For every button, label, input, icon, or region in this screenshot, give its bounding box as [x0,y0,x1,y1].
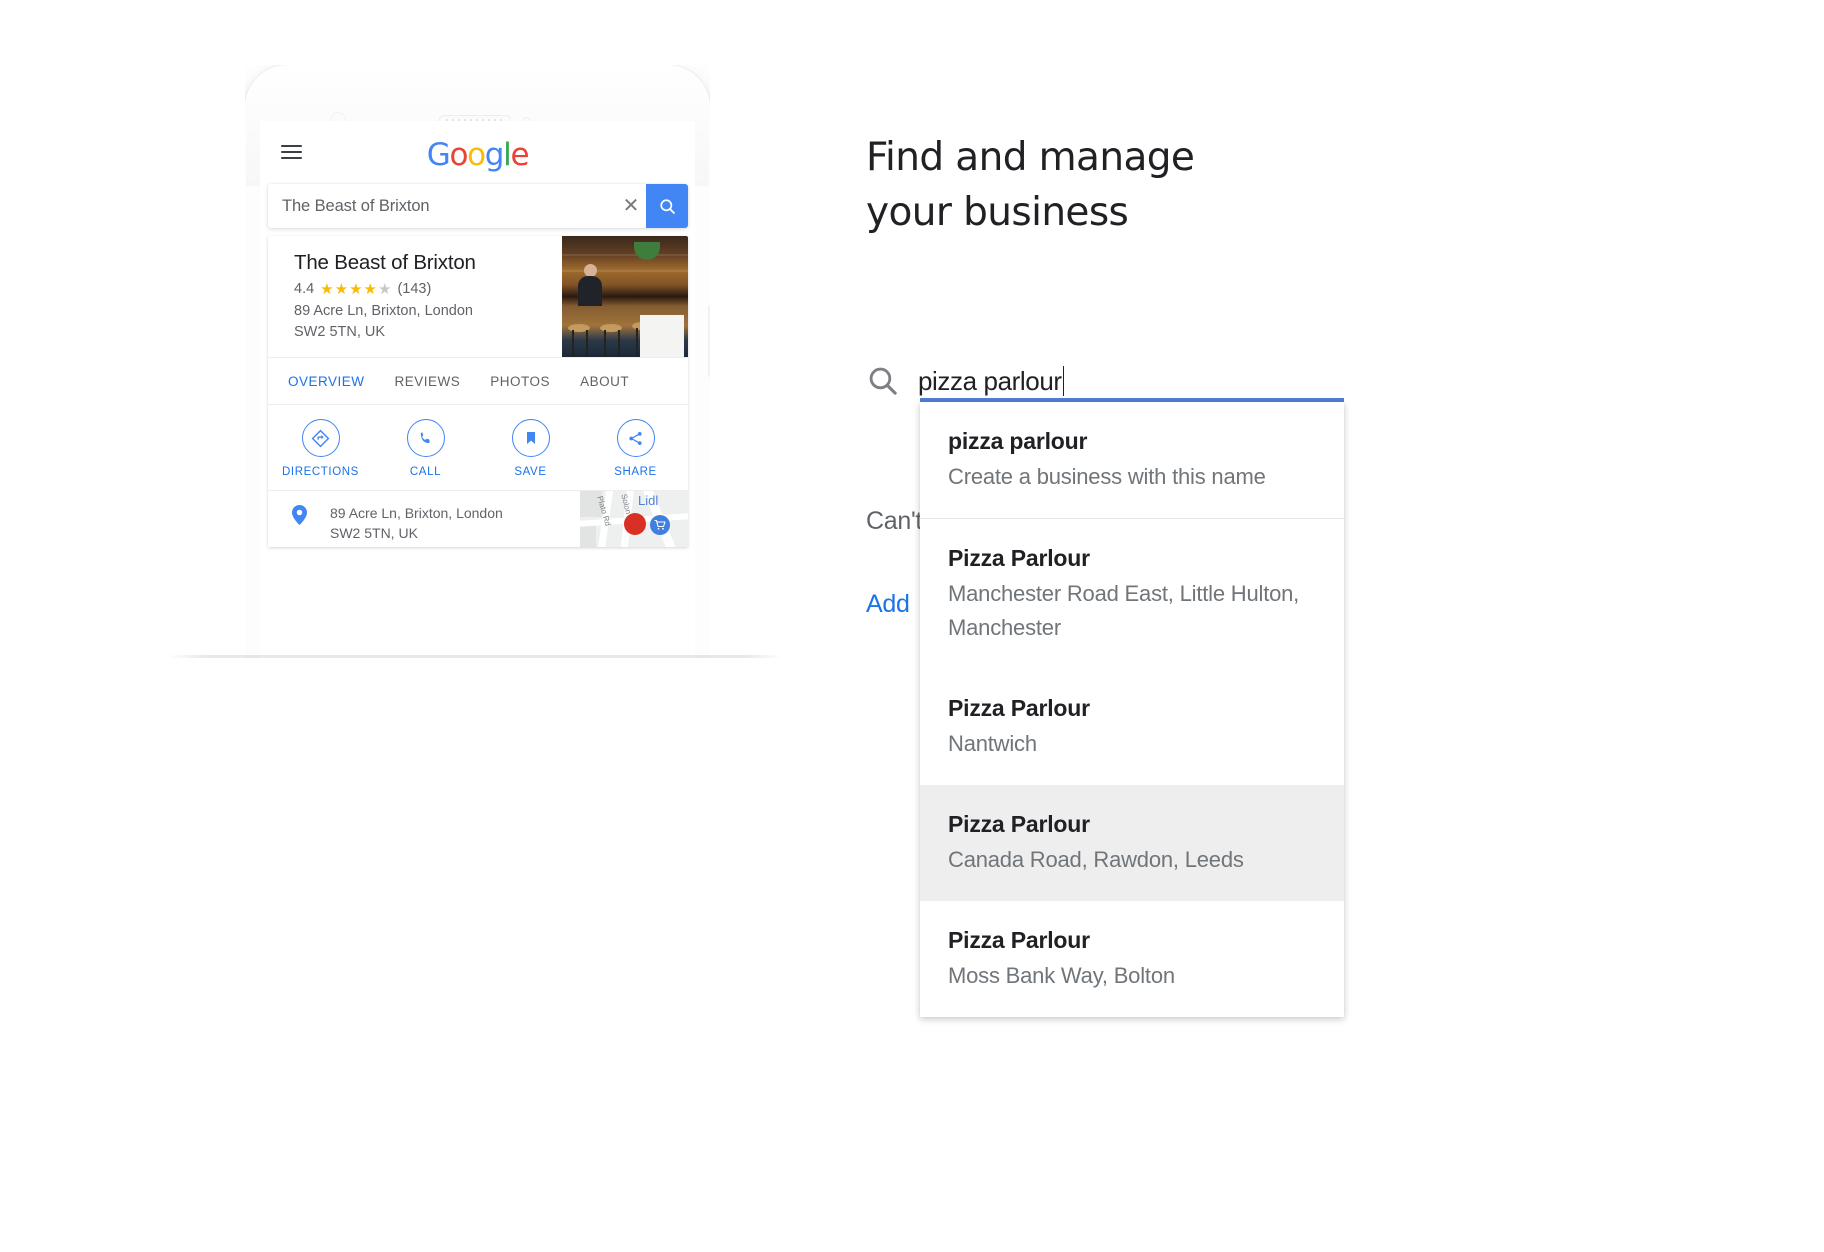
rating-row: 4.4 ★ ★ ★ ★ ★ (143) [294,281,552,297]
directions-icon [301,419,340,457]
star-rating: ★ ★ ★ ★ ★ [320,282,391,297]
google-logo: Google [260,140,695,171]
map-poi-label-lidl: Lidl [638,493,659,508]
map-pin-icon [268,491,330,525]
tab-about[interactable]: ABOUT [580,374,629,389]
suggestion-description: Moss Bank Way, Bolton [948,963,1175,988]
clear-x-icon[interactable]: ✕ [616,196,646,216]
tab-reviews[interactable]: REVIEWS [395,374,461,389]
logo-letter-o1: o [449,137,468,173]
action-directions[interactable]: DIRECTIONS [268,419,373,478]
address-row-line1: 89 Acre Ln, Brixton, London [330,505,503,521]
logo-letter-l: l [503,137,512,173]
business-photo[interactable] [562,236,688,357]
phone-side-button [708,305,710,377]
suggestion-item[interactable]: Pizza Parlour Canada Road, Rawdon, Leeds [920,785,1344,901]
suggestion-name: Pizza Parlour [948,545,1090,571]
search-icon [659,198,675,214]
phone-shell: Google The Beast of Brixton ✕ The Beast … [245,65,710,660]
bookmark-icon [511,419,550,457]
action-call[interactable]: CALL [373,419,478,478]
phone-screen: Google The Beast of Brixton ✕ The Beast … [260,121,695,660]
business-address-line1: 89 Acre Ln, Brixton, London [294,303,473,319]
business-info: The Beast of Brixton 4.4 ★ ★ ★ ★ ★ (143) [268,236,562,357]
suggestion-name: pizza parlour [948,428,1088,454]
suggestion-name: Pizza Parlour [948,695,1090,721]
address-row[interactable]: 89 Acre Ln, Brixton, London SW2 5TN, UK … [268,490,688,547]
star-icon: ★ [320,280,334,298]
suggestions-dropdown: pizza parlour Create a business with this… [920,402,1344,1017]
page-title: Find and manage your business [866,135,1195,235]
suggestion-item[interactable]: Pizza Parlour Nantwich [920,669,1344,785]
address-row-text: 89 Acre Ln, Brixton, London SW2 5TN, UK [330,491,580,543]
suggestion-item[interactable]: pizza parlour Create a business with this… [920,402,1344,518]
business-address-line2: SW2 5TN, UK [294,324,386,340]
business-search-input[interactable]: pizza parlour [918,365,1062,397]
suggestion-description: Create a business with this name [948,464,1266,489]
action-save-label: SAVE [514,466,547,478]
google-search-query[interactable]: The Beast of Brixton [268,197,616,216]
shopping-cart-icon [654,519,666,530]
suggestion-name: Pizza Parlour [948,811,1090,837]
star-icon: ★ [349,280,363,298]
google-app-header: Google [260,121,695,183]
star-icon: ★ [334,280,349,298]
star-icon: ★ [363,280,377,298]
suggestion-item[interactable]: Pizza Parlour Moss Bank Way, Bolton [920,901,1344,1017]
add-business-link[interactable]: Add [866,588,910,620]
knowledge-panel-card: The Beast of Brixton 4.4 ★ ★ ★ ★ ★ (143) [268,236,688,547]
place-marker-red [624,513,646,535]
text-cursor [1062,366,1065,396]
suggestion-description: Canada Road, Rawdon, Leeds [948,847,1244,872]
address-row-line2: SW2 5TN, UK [330,525,418,541]
business-name: The Beast of Brixton [294,251,476,274]
suggestion-name: Pizza Parlour [948,927,1090,953]
action-share-label: SHARE [614,466,657,478]
action-directions-label: DIRECTIONS [282,466,359,478]
right-content-pane: Find and manage your business [866,130,1566,240]
logo-letter-e: e [510,137,530,173]
knowledge-panel-summary: The Beast of Brixton 4.4 ★ ★ ★ ★ ★ (143) [268,236,688,357]
logo-letter-g: g [484,137,505,173]
google-search-bar[interactable]: The Beast of Brixton ✕ [268,184,688,228]
action-share[interactable]: SHARE [583,419,688,478]
share-icon [616,419,655,457]
suggestion-description: Nantwich [948,731,1037,756]
search-submit-button[interactable] [646,184,688,228]
action-call-label: CALL [409,466,442,478]
phone-icon [406,419,445,457]
phone-top-bezel [245,65,710,128]
logo-letter-G: G [426,137,451,173]
mockup-cutoff-line [168,655,782,658]
star-icon-empty: ★ [377,280,392,298]
business-search-input-wrap[interactable]: pizza parlour [918,365,1426,397]
review-count: (143) [397,281,432,297]
tab-overview[interactable]: OVERVIEW [288,374,365,389]
knowledge-panel-tabs: OVERVIEW REVIEWS PHOTOS ABOUT [268,357,688,404]
rating-value: 4.4 [294,281,315,297]
knowledge-panel-actions: DIRECTIONS CALL SAVE SHARE [268,404,688,490]
action-save[interactable]: SAVE [478,419,583,478]
logo-letter-o2: o [467,137,486,173]
map-thumbnail[interactable]: Plato Rd Solon Lidl [580,491,688,547]
cant-find-text: Can't [866,507,923,535]
suggestion-item[interactable]: Pizza Parlour Manchester Road East, Littl… [920,518,1344,669]
phone-mockup: Google The Beast of Brixton ✕ The Beast … [245,65,710,660]
store-marker-blue [650,515,670,535]
suggestion-description: Manchester Road East, Little Hulton, Man… [948,581,1300,640]
search-icon [866,364,918,398]
tab-photos[interactable]: PHOTOS [490,374,550,389]
